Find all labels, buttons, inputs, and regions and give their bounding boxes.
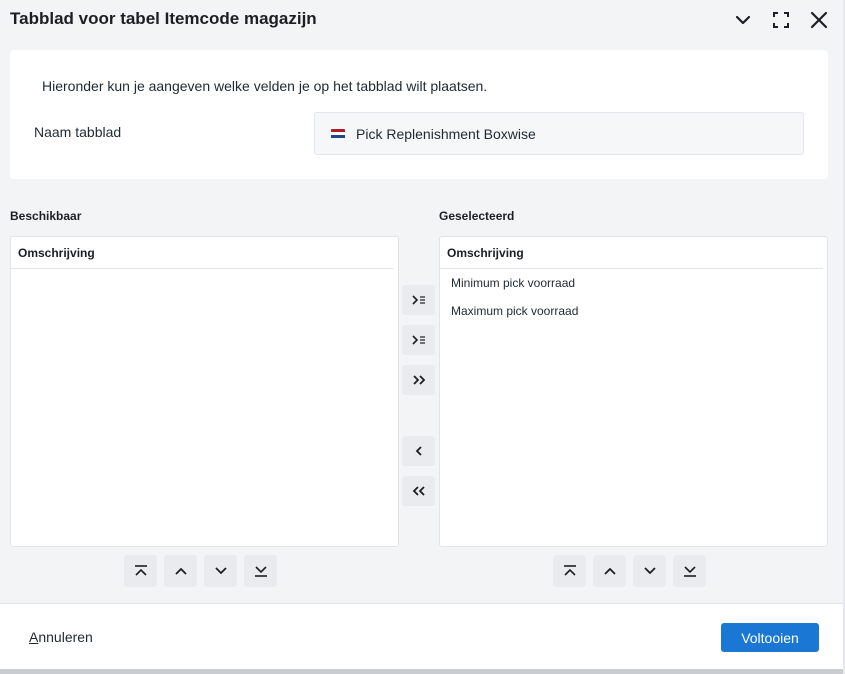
list-item[interactable]: Maximum pick voorraad: [440, 297, 827, 325]
dialog-title: Tabblad voor tabel Itemcode magazijn: [10, 9, 317, 28]
selected-move-top-button[interactable]: [553, 555, 586, 587]
move-left-icon: [415, 446, 422, 456]
title-bar: Tabblad voor tabel Itemcode magazijn: [0, 0, 845, 40]
move-down-icon: [643, 567, 656, 575]
move-all-left-icon: [412, 486, 425, 496]
available-title: Beschikbaar: [10, 209, 82, 223]
move-to-bottom-icon: [254, 566, 267, 577]
collapse-button[interactable]: [731, 8, 755, 32]
move-down-icon: [214, 567, 227, 575]
dialog-footer: Annuleren Voltooien: [0, 603, 845, 669]
intro-text: Hieronder kun je aangeven welke velden j…: [42, 78, 488, 94]
selected-title: Geselecteerd: [439, 209, 515, 223]
cancel-label: nnuleren: [38, 629, 93, 645]
move-up-icon: [603, 567, 616, 575]
move-right-icon: [411, 335, 425, 345]
chevron-down-icon: [735, 15, 751, 25]
close-button[interactable]: [807, 8, 831, 32]
selected-move-up-button[interactable]: [593, 555, 626, 587]
move-to-top-icon: [563, 565, 576, 576]
cancel-accesskey: A: [29, 629, 39, 645]
selected-move-down-button[interactable]: [633, 555, 666, 587]
dutch-flag-icon: [331, 128, 345, 139]
move-selected-right-button[interactable]: [402, 285, 435, 315]
move-selected-right-icon: [411, 295, 425, 305]
available-move-top-button[interactable]: [124, 555, 157, 587]
cancel-button[interactable]: Annuleren: [29, 629, 93, 645]
move-right-button[interactable]: [402, 325, 435, 355]
window-shadow: [0, 669, 845, 674]
selected-column-header[interactable]: Omschrijving: [440, 237, 823, 269]
maximize-button[interactable]: [769, 8, 793, 32]
dialog: Tabblad voor tabel Itemcode magazijn Hie…: [0, 0, 845, 669]
available-column-header[interactable]: Omschrijving: [11, 237, 394, 269]
tab-name-field[interactable]: Pick Replenishment Boxwise: [314, 112, 804, 155]
close-icon: [810, 11, 828, 29]
move-up-icon: [174, 567, 187, 575]
available-move-down-button[interactable]: [204, 555, 237, 587]
move-all-right-icon: [412, 375, 425, 385]
move-all-right-button[interactable]: [402, 365, 435, 395]
finish-button[interactable]: Voltooien: [721, 623, 819, 652]
available-list[interactable]: Omschrijving: [10, 236, 399, 547]
maximize-icon: [773, 12, 789, 28]
move-left-button[interactable]: [402, 436, 435, 466]
available-move-bottom-button[interactable]: [244, 555, 277, 587]
field-selector: Beschikbaar Geselecteerd Omschrijving Om…: [10, 195, 828, 595]
tab-name-label: Naam tabblad: [34, 124, 122, 140]
selected-move-bottom-button[interactable]: [673, 555, 706, 587]
move-all-left-button[interactable]: [402, 476, 435, 506]
list-item[interactable]: Minimum pick voorraad: [440, 269, 827, 297]
tab-name-value: Pick Replenishment Boxwise: [356, 125, 536, 142]
move-to-top-icon: [134, 565, 147, 576]
selected-list[interactable]: Omschrijving Minimum pick voorraad Maxim…: [439, 236, 828, 547]
available-move-up-button[interactable]: [164, 555, 197, 587]
move-to-bottom-icon: [683, 566, 696, 577]
tab-settings-card: Hieronder kun je aangeven welke velden j…: [10, 50, 828, 179]
